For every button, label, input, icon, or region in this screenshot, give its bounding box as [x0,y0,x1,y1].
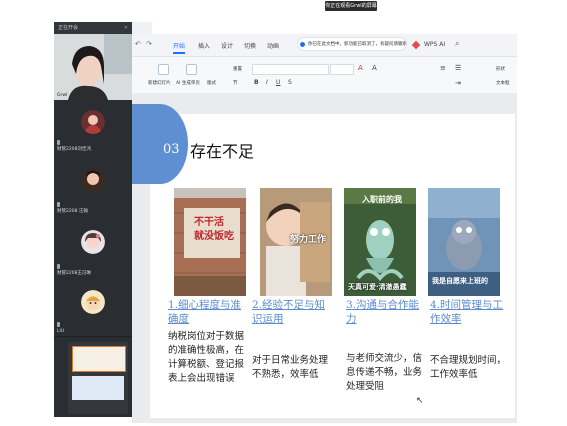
new-slide-button[interactable]: 新建幻灯片 [148,80,171,86]
text-effect-icon[interactable]: A [372,64,377,72]
shape-button[interactable]: 形状 [496,66,505,72]
section-number: 03 [163,142,180,157]
participant-name: LIU [57,329,65,334]
close-icon[interactable]: ✕ [124,22,128,34]
card-image-squidward: 入职前的我 天真可爱·清澈愚蠢 [344,188,416,296]
tab-transition[interactable]: 切换 [244,41,256,50]
card-title: 4.时间管理与工作效率 [430,299,504,325]
redo-icon[interactable]: ↷ [146,40,152,48]
avatar [81,110,105,134]
participant-tile[interactable]: LIU [54,278,132,337]
italic-icon[interactable]: I [266,79,268,86]
section-button[interactable]: 节 [233,80,238,86]
participant-panel-header: 正在开会 ✕ [54,22,132,34]
card-title: 3.沟通与合作能力 [346,299,420,325]
image-caption: 天真可爱·清澈愚蠢 [348,283,407,291]
participant-tile[interactable]: 财管2208 汪翰 [54,154,132,217]
participant-name: 财管2208王冯琳 [57,271,91,276]
card-image-tom-jerry: 我是自愿来上班的 [428,188,500,296]
undo-icon[interactable]: ↶ [135,40,141,48]
slide-thumbnails[interactable] [68,342,128,414]
notification-toast[interactable]: 你已在此文档中，新功能已取消了，有疑问请联系 [297,37,407,51]
image-text: 我是自愿来上班的 [432,277,488,285]
tab-insert[interactable]: 插入 [198,41,210,50]
cursor-icon: ↖ [416,396,424,406]
avatar [81,168,105,192]
search-icon[interactable]: ⌕ [455,39,459,49]
microphone-icon [57,264,60,269]
image-text: 不干活 就没饭吃 [194,217,234,242]
slide-thumbnail[interactable] [72,376,124,400]
card-description: 不合理规划时间，工作效率低 [430,355,507,380]
section-number-badge [132,104,188,184]
microphone-icon [57,140,60,145]
image-text: 努力工作 [290,235,327,245]
reset-button[interactable]: 重置 [233,66,242,72]
microphone-icon [57,202,60,207]
screen-share-indicator[interactable]: 你正在观看Grwl的屏幕 ∷ [325,1,377,19]
wps-ai-button[interactable]: WPS AI [424,41,445,48]
tab-home[interactable]: 开始 [173,41,186,54]
textbox-button[interactable]: 文本框 [496,80,510,86]
close-toast-icon[interactable]: ✕ [398,40,404,48]
card-image-baby: 努力工作 [260,188,332,296]
ai-generate-icon [186,64,197,75]
list-icon[interactable]: ☰ [455,64,461,72]
tab-animation[interactable]: 动画 [267,41,279,50]
ribbon-toolbar [132,57,517,94]
participant-name: 财管2208刘佳鸿 [57,147,91,152]
card-description: 与老师交流少，信息传递不畅，业务处理受阻 [346,353,423,392]
info-icon [300,42,305,47]
strikethrough-icon[interactable]: S [288,79,292,86]
participant-tile[interactable]: 财管2208刘佳鸿 [54,100,132,155]
tab-design[interactable]: 设计 [221,41,233,50]
participant-video-image [54,34,132,100]
font-family-select[interactable] [252,64,329,75]
avatar [81,290,105,314]
section-title: 存在不足 [190,142,255,161]
avatar [81,230,105,254]
indent-icon[interactable]: ⇥ [455,79,461,87]
image-text: 入职前的我 [362,195,402,204]
card-title: 1.细心程度与准确度 [168,299,242,325]
align-icon[interactable]: ≡ [440,64,446,72]
layout-button[interactable]: 版式 [207,80,216,86]
card-image-brick-wall: 不干活 就没饭吃 [174,188,246,296]
underline-icon[interactable]: U [276,79,280,86]
card-description: 纳税岗位对于数据的准确性极高，在计算税额、登记报表上会出现错误 [168,331,245,384]
participant-tile[interactable]: 财管2208王冯琳 [54,216,132,279]
slide-thumbnail[interactable] [72,346,126,372]
card-title: 2.经验不足与知识运用 [252,299,326,325]
ai-generate-button[interactable]: AI 生成单页 [176,80,200,86]
microphone-icon [57,322,60,327]
bold-icon[interactable]: B [254,79,259,86]
card-description: 对于日常业务处理不熟悉，效率低 [252,355,329,380]
participant-video-tile[interactable]: Grwl [54,34,132,101]
font-color-icon[interactable]: A [358,64,363,72]
new-slide-icon [158,64,169,75]
panel-title: 正在开会 [58,25,79,31]
font-size-select[interactable] [330,64,354,75]
participant-name: 财管2208 汪翰 [57,209,88,214]
participant-name: Grwl [57,93,68,98]
